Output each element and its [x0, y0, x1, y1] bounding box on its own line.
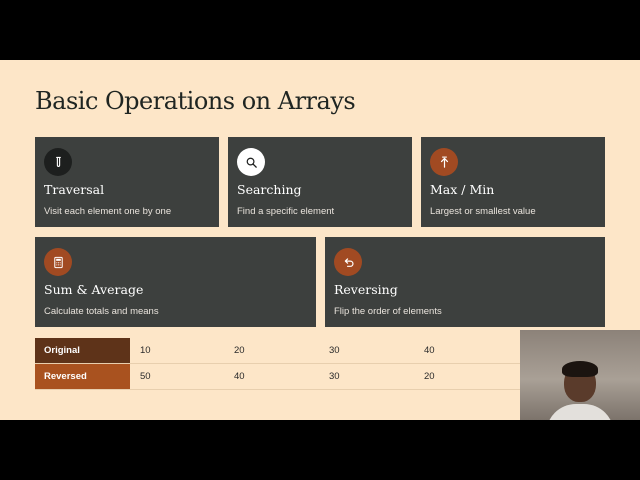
- card-title: Sum & Average: [44, 282, 144, 297]
- card-sum-average: Sum & Average Calculate totals and means: [35, 237, 316, 327]
- slide-title: Basic Operations on Arrays: [35, 87, 356, 115]
- table-cell: 50: [140, 371, 151, 382]
- card-title: Traversal: [44, 182, 105, 197]
- card-description: Largest or smallest value: [430, 206, 536, 217]
- card-title: Max / Min: [430, 182, 495, 197]
- card-description: Flip the order of elements: [334, 306, 442, 317]
- card-description: Find a specific element: [237, 206, 335, 217]
- table-cell: 10: [140, 345, 151, 356]
- upload-arrow-icon: [430, 148, 458, 176]
- table-cell: 30: [329, 345, 340, 356]
- table-cell: 40: [424, 345, 435, 356]
- card-traversal: Traversal Visit each element one by one: [35, 137, 219, 227]
- card-description: Calculate totals and means: [44, 306, 159, 317]
- array-table: Original 10 20 30 40 Reversed 50 40 30 2…: [35, 338, 520, 390]
- table-row-reversed: Reversed 50 40 30 20: [35, 364, 520, 390]
- calculator-icon: [44, 248, 72, 276]
- undo-arrow-icon: [334, 248, 362, 276]
- table-row-original: Original 10 20 30 40: [35, 338, 520, 364]
- card-description: Visit each element one by one: [44, 206, 172, 217]
- table-cell: 40: [234, 371, 245, 382]
- card-title: Searching: [237, 182, 302, 197]
- row-label: Reversed: [35, 364, 130, 389]
- table-cell: 20: [234, 345, 245, 356]
- table-cell: 30: [329, 371, 340, 382]
- row-label: Original: [35, 338, 130, 363]
- card-searching: Searching Find a specific element: [228, 137, 412, 227]
- search-icon: [237, 148, 265, 176]
- webcam-overlay: [520, 330, 640, 420]
- presenter-hair: [562, 361, 598, 377]
- table-cell: 20: [424, 371, 435, 382]
- card-title: Reversing: [334, 282, 398, 297]
- presenter-body: [546, 404, 614, 420]
- card-reversing: Reversing Flip the order of elements: [325, 237, 605, 327]
- test-tube-icon: [44, 148, 72, 176]
- card-max-min: Max / Min Largest or smallest value: [421, 137, 605, 227]
